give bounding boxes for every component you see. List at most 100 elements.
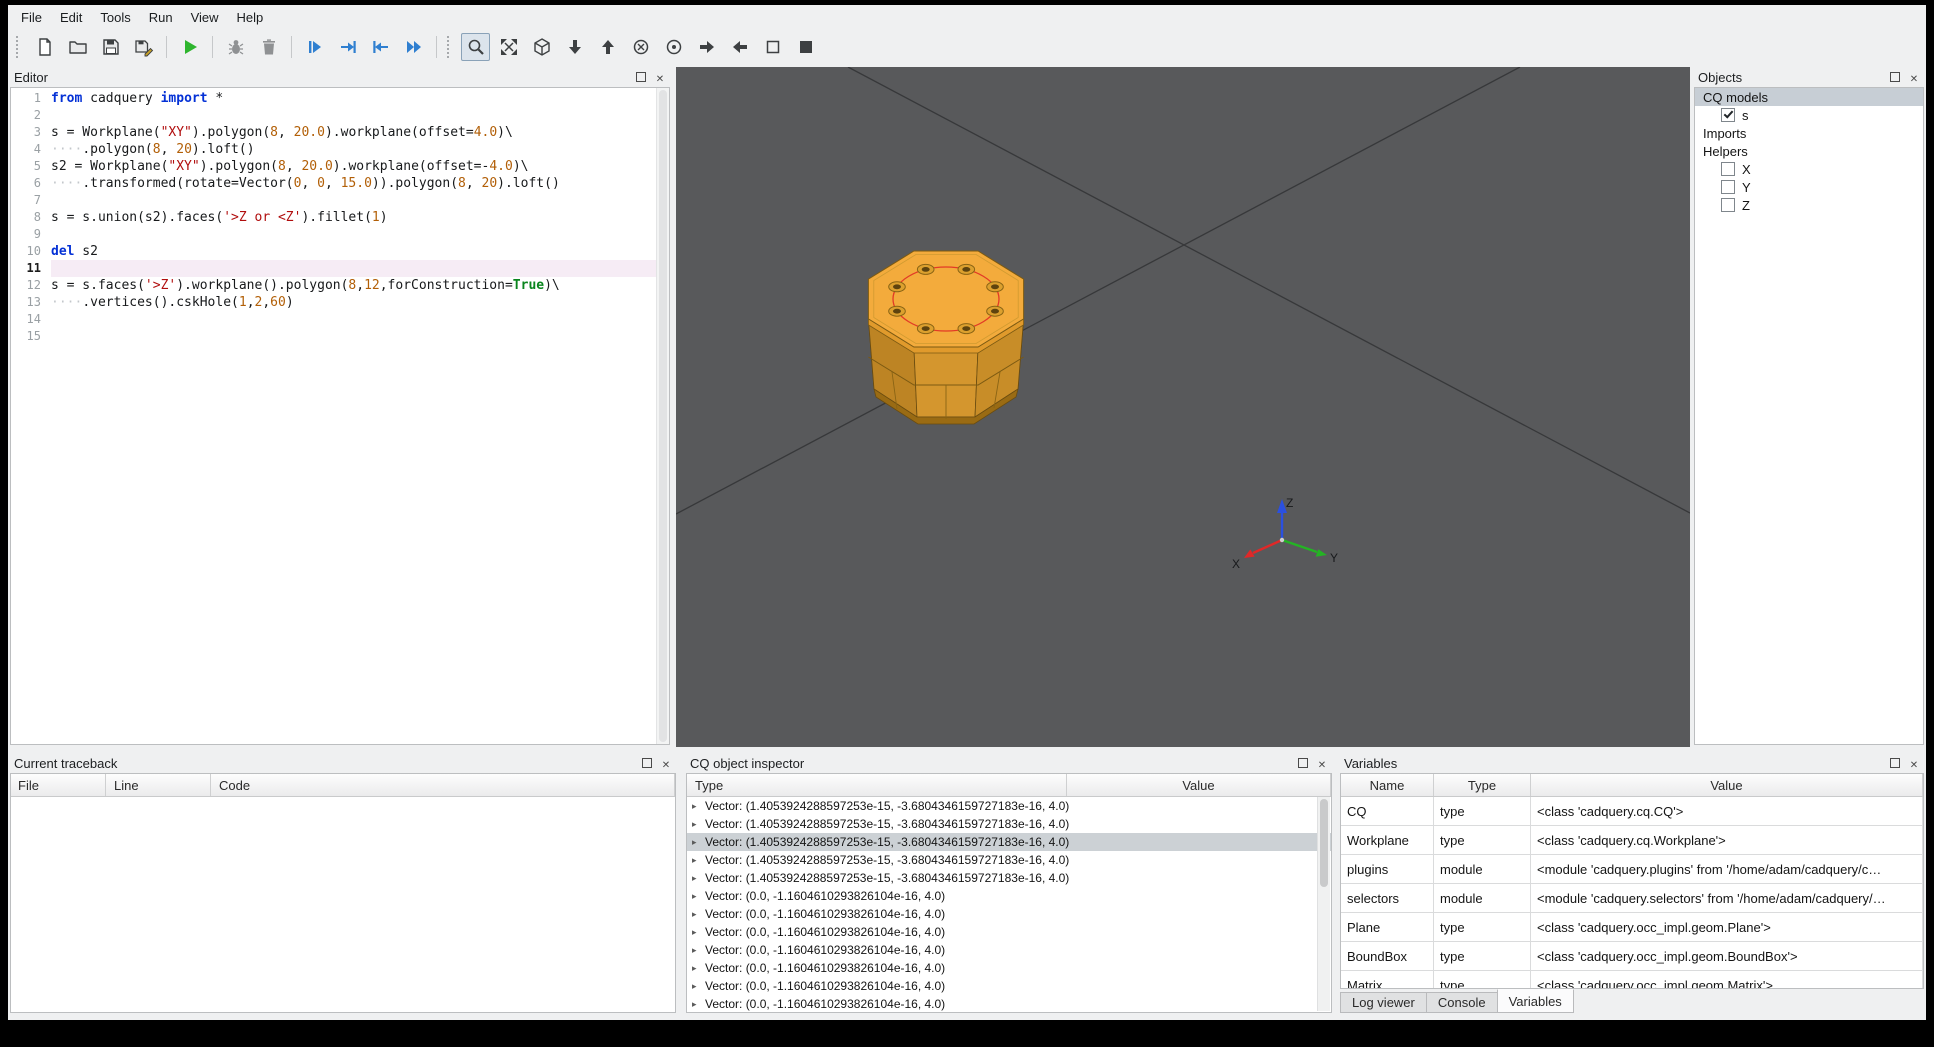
debug-button[interactable] [221,33,250,61]
checkbox[interactable] [1721,108,1735,122]
variable-row[interactable]: plugins module <module 'cadquery.plugins' … [1341,855,1923,884]
code-line[interactable]: 6 ····.transformed(rotate=Vector(0, 0, 15… [11,175,669,192]
expand-arrow-icon[interactable] [692,909,705,920]
inspector-row[interactable]: Vector: (0.0, -1.1604610293826104e-16, 4… [687,995,1331,1012]
float-panel-button[interactable] [1887,69,1903,85]
save-button[interactable] [96,33,125,61]
tree-item-x[interactable]: X [1695,160,1923,178]
expand-arrow-icon[interactable] [692,873,705,884]
column-header-type[interactable]: Type [687,774,1067,796]
open-folder-button[interactable] [63,33,92,61]
top-view-button[interactable] [560,33,589,61]
code-line[interactable]: 5 s2 = Workplane("XY").polygon(8, 20.0).w… [11,158,669,175]
iso-view-button[interactable] [527,33,556,61]
menu-item-file[interactable]: File [12,8,51,27]
float-panel-button[interactable] [1295,755,1311,771]
menu-item-edit[interactable]: Edit [51,8,91,27]
front-view-button[interactable] [626,33,655,61]
float-panel-button[interactable] [639,755,655,771]
continue-button[interactable] [399,33,428,61]
left-view-button[interactable] [692,33,721,61]
column-header-line[interactable]: Line [106,774,211,796]
variable-row[interactable]: Matrix type <class 'cadquery.occ_impl.geom… [1341,971,1923,988]
inspector-row[interactable]: Vector: (0.0, -1.1604610293826104e-16, 4… [687,959,1331,977]
inspector-row[interactable]: Vector: (1.4053924288597253e-15, -3.6804… [687,869,1331,887]
tree-item-cq-models[interactable]: CQ models [1695,88,1923,106]
inspector-row[interactable]: Vector: (0.0, -1.1604610293826104e-16, 4… [687,887,1331,905]
tab-variables[interactable]: Variables [1496,989,1574,1013]
bottom-view-button[interactable] [593,33,622,61]
column-header-file[interactable]: File [11,774,106,796]
cad-model[interactable] [867,250,1025,425]
column-header-type[interactable]: Type [1434,774,1531,796]
code-line[interactable]: 10 del s2 [11,243,669,260]
shaded-button[interactable] [791,33,820,61]
inspector-scrollbar[interactable] [1317,797,1330,1011]
code-line[interactable]: 4 ····.polygon(8, 20).loft() [11,141,669,158]
code-line[interactable]: 1 from cadquery import * [11,90,669,107]
menu-item-view[interactable]: View [182,8,228,27]
inspector-row[interactable]: Vector: (1.4053924288597253e-15, -3.6804… [687,851,1331,869]
inspector-row[interactable]: Vector: (0.0, -1.1604610293826104e-16, 4… [687,905,1331,923]
column-header-name[interactable]: Name [1341,774,1434,796]
expand-arrow-icon[interactable] [692,981,705,992]
inspector-row[interactable]: Vector: (0.0, -1.1604610293826104e-16, 4… [687,941,1331,959]
code-line[interactable]: 3 s = Workplane("XY").polygon(8, 20.0).wo… [11,124,669,141]
variable-row[interactable]: Workplane type <class 'cadquery.cq.Workpla… [1341,826,1923,855]
tree-item-y[interactable]: Y [1695,178,1923,196]
wireframe-button[interactable] [758,33,787,61]
step-into-button[interactable] [333,33,362,61]
menu-item-run[interactable]: Run [140,8,182,27]
column-header-code[interactable]: Code [211,774,675,796]
code-line[interactable]: 15 [11,328,669,345]
tree-item-helpers[interactable]: Helpers [1695,142,1923,160]
render-button[interactable] [175,33,204,61]
close-panel-button[interactable] [652,69,668,85]
back-view-button[interactable] [659,33,688,61]
fit-all-button[interactable] [494,33,523,61]
zoom-button[interactable] [461,33,490,61]
expand-arrow-icon[interactable] [692,891,705,902]
float-panel-button[interactable] [633,69,649,85]
tree-item-s[interactable]: s [1695,106,1923,124]
expand-arrow-icon[interactable] [692,837,705,848]
expand-arrow-icon[interactable] [692,927,705,938]
inspector-row[interactable]: Vector: (1.4053924288597253e-15, -3.6804… [687,797,1331,815]
viewport-3d[interactable]: X Y Z [675,66,1691,747]
expand-arrow-icon[interactable] [692,945,705,956]
variable-row[interactable]: BoundBox type <class 'cadquery.occ_impl.ge… [1341,942,1923,971]
inspector-scrollbar-thumb[interactable] [1320,799,1328,887]
column-header-value[interactable]: Value [1531,774,1923,796]
inspector-row[interactable]: Vector: (1.4053924288597253e-15, -3.6804… [687,815,1331,833]
step-button[interactable] [300,33,329,61]
editor-scrollbar-thumb[interactable] [659,90,667,742]
code-line[interactable]: 13 ····.vertices().cskHole(1,2,60) [11,294,669,311]
code-line[interactable]: 11 [11,260,669,277]
checkbox[interactable] [1721,198,1735,212]
code-line[interactable]: 7 [11,192,669,209]
save-as-button[interactable] [129,33,158,61]
float-panel-button[interactable] [1887,755,1903,771]
tab-log-viewer[interactable]: Log viewer [1340,992,1427,1013]
inspector-row[interactable]: Vector: (1.4053924288597253e-15, -3.6804… [687,833,1331,851]
code-line[interactable]: 2 [11,107,669,124]
expand-arrow-icon[interactable] [692,855,705,866]
code-line[interactable]: 12 s = s.faces('>Z').workplane().polygon(… [11,277,669,294]
checkbox[interactable] [1721,162,1735,176]
close-panel-button[interactable] [1906,69,1922,85]
editor-scrollbar[interactable] [656,88,669,744]
variable-row[interactable]: CQ type <class 'cadquery.cq.CQ'> [1341,797,1923,826]
code-line[interactable]: 14 [11,311,669,328]
variable-row[interactable]: Plane type <class 'cadquery.occ_impl.geom.… [1341,913,1923,942]
code-line[interactable]: 9 [11,226,669,243]
new-file-button[interactable] [30,33,59,61]
expand-arrow-icon[interactable] [692,999,705,1010]
right-view-button[interactable] [725,33,754,61]
menu-item-tools[interactable]: Tools [91,8,139,27]
code-line[interactable]: 8 s = s.union(s2).faces('>Z or <Z').fille… [11,209,669,226]
expand-arrow-icon[interactable] [692,963,705,974]
close-panel-button[interactable] [658,755,674,771]
menu-item-help[interactable]: Help [228,8,273,27]
tree-item-imports[interactable]: Imports [1695,124,1923,142]
code-editor[interactable]: 1 from cadquery import * 2 3 s = Workplane("… [10,87,670,745]
